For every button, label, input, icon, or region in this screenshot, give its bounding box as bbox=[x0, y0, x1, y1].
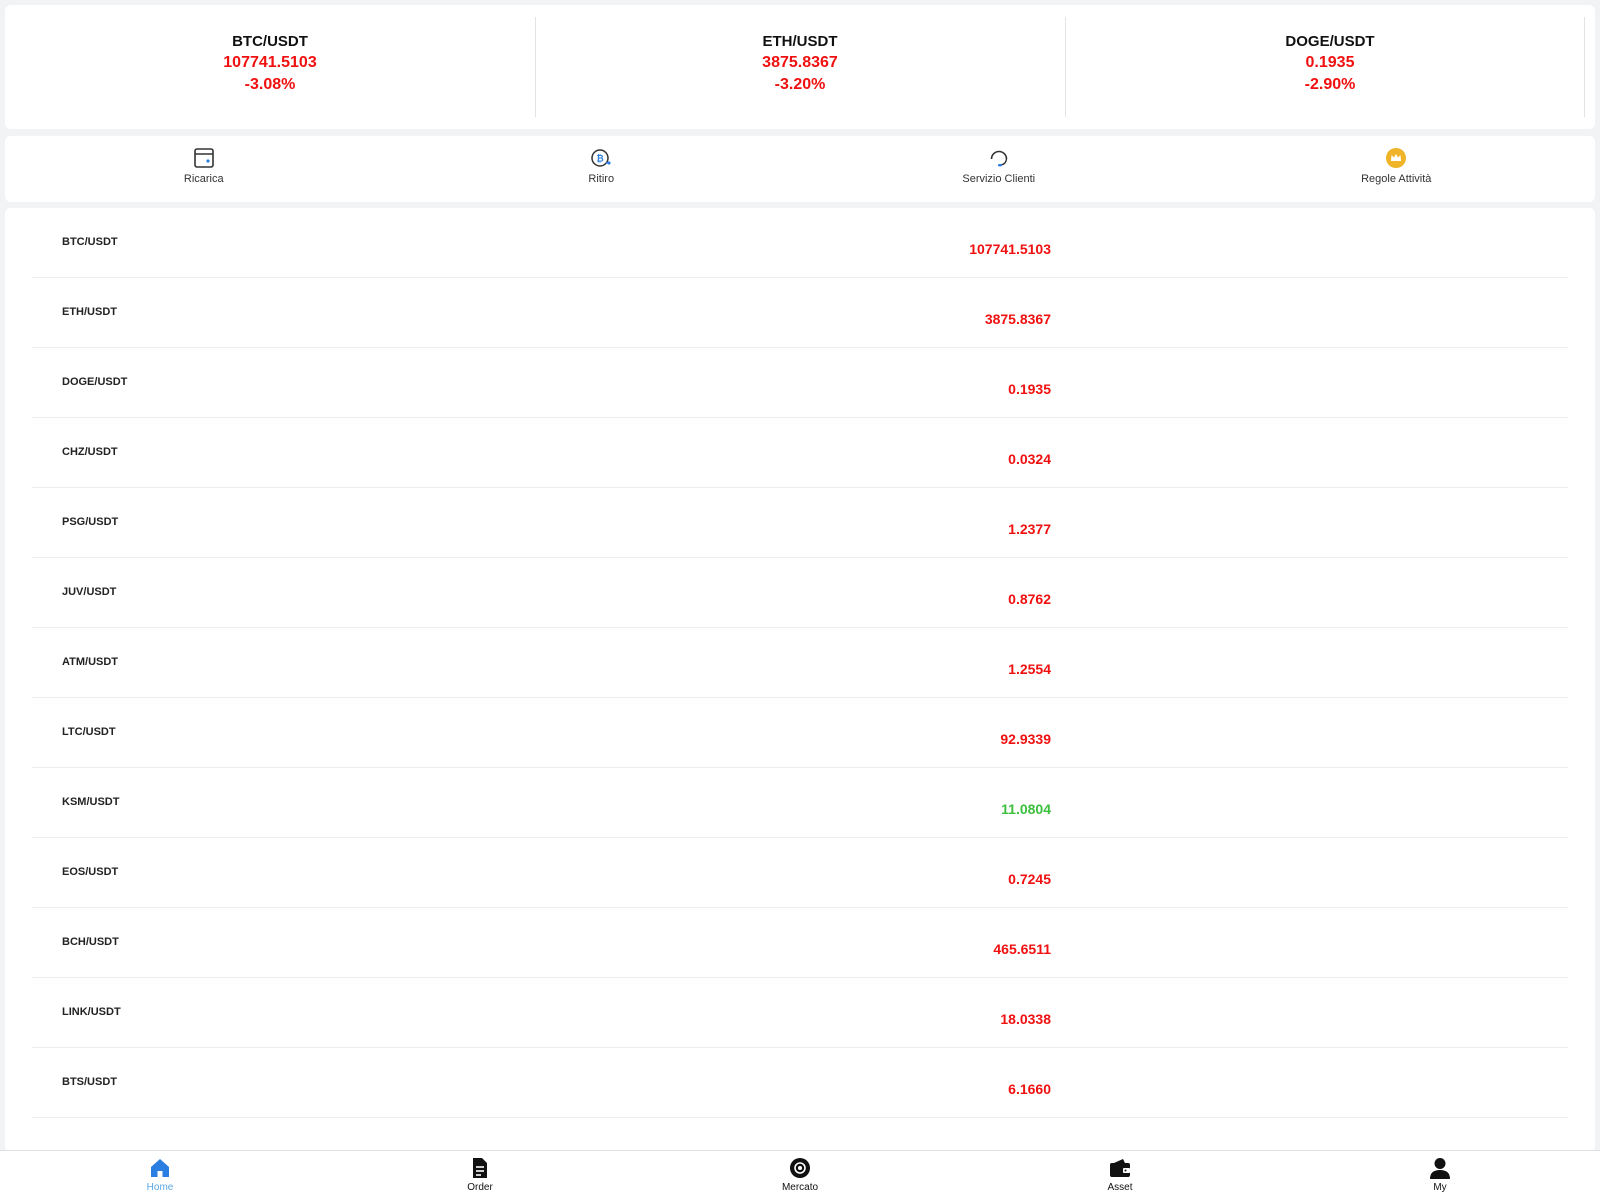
nav-label: Asset bbox=[1107, 1182, 1133, 1193]
ticker-doge[interactable]: DOGE/USDT 0.1935 -2.90% bbox=[1065, 5, 1595, 129]
market-pair: BTS/USDT bbox=[62, 1076, 117, 1088]
crown-icon bbox=[1384, 146, 1408, 170]
regole-attivita-button[interactable]: Regole Attività bbox=[1198, 136, 1596, 202]
market-price: 0.0324 bbox=[1008, 451, 1051, 467]
svg-text:₿: ₿ bbox=[597, 154, 604, 165]
market-row[interactable]: LINK/USDT 18.0338 bbox=[32, 978, 1568, 1048]
market-row[interactable]: BTS/USDT 6.1660 bbox=[32, 1048, 1568, 1118]
market-icon bbox=[788, 1156, 812, 1180]
market-row[interactable]: ATM/USDT 1.2554 bbox=[32, 628, 1568, 698]
nav-asset[interactable]: Asset bbox=[960, 1151, 1280, 1200]
quick-label: Ricarica bbox=[183, 173, 224, 185]
market-pair: EOS/USDT bbox=[62, 866, 119, 878]
market-price: 0.7245 bbox=[1008, 871, 1051, 887]
bitcoin-withdraw-icon: ₿ bbox=[589, 146, 613, 170]
ticker-eth[interactable]: ETH/USDT 3875.8367 -3.20% bbox=[535, 5, 1065, 129]
ticker-btc[interactable]: BTC/USDT 107741.5103 -3.08% bbox=[5, 5, 535, 129]
market-price: 92.9339 bbox=[1000, 731, 1051, 747]
ticker-price: 3875.8367 bbox=[762, 54, 838, 71]
market-row[interactable]: KSM/USDT 11.0804 bbox=[32, 768, 1568, 838]
market-pair: LTC/USDT bbox=[62, 726, 116, 738]
market-price: 11.0804 bbox=[1001, 801, 1051, 817]
nav-home[interactable]: Home bbox=[0, 1151, 320, 1200]
ticker-change: -2.90% bbox=[1304, 76, 1356, 93]
market-price: 1.2554 bbox=[1008, 661, 1051, 677]
market-pair: CHZ/USDT bbox=[62, 446, 118, 458]
market-list-card: BTC/USDT 107741.5103 ETH/USDT 3875.8367 DOGE… bbox=[5, 208, 1595, 1152]
market-row[interactable]: PSG/USDT 1.2377 bbox=[32, 488, 1568, 558]
quick-label: Regole Attività bbox=[1361, 173, 1432, 185]
nav-label: Order bbox=[467, 1182, 493, 1193]
market-pair: BTC/USDT bbox=[62, 236, 118, 248]
nav-label: Mercato bbox=[781, 1182, 819, 1193]
nav-label: Home bbox=[146, 1182, 174, 1193]
ritiro-button[interactable]: ₿ Ritiro bbox=[403, 136, 801, 202]
nav-label: My bbox=[1433, 1182, 1447, 1193]
ticker-price: 0.1935 bbox=[1305, 54, 1355, 71]
market-row[interactable]: CHZ/USDT 0.0324 bbox=[32, 418, 1568, 488]
nav-order[interactable]: Order bbox=[320, 1151, 640, 1200]
wallet-icon bbox=[1108, 1156, 1132, 1180]
market-price: 465.6511 bbox=[993, 941, 1051, 957]
market-pair: KSM/USDT bbox=[62, 796, 120, 808]
market-row[interactable]: DOGE/USDT 0.1935 bbox=[32, 348, 1568, 418]
document-icon bbox=[468, 1156, 492, 1180]
ticker-card: BTC/USDT 107741.5103 -3.08% ETH/USDT 387… bbox=[5, 5, 1595, 129]
market-price: 0.1935 bbox=[1008, 381, 1051, 397]
market-pair: DOGE/USDT bbox=[62, 376, 128, 388]
quick-label: Ritiro bbox=[588, 173, 615, 185]
ticker-pair: ETH/USDT bbox=[762, 33, 838, 50]
market-row[interactable]: BCH/USDT 465.6511 bbox=[32, 908, 1568, 978]
servizio-clienti-button[interactable]: Servizio Clienti bbox=[800, 136, 1198, 202]
ticker-pair: DOGE/USDT bbox=[1285, 33, 1375, 50]
quick-label: Servizio Clienti bbox=[962, 173, 1036, 185]
market-price: 1.2377 bbox=[1008, 521, 1051, 537]
market-pair: BCH/USDT bbox=[62, 936, 119, 948]
ticker-change: -3.20% bbox=[774, 76, 826, 93]
market-row[interactable]: LTC/USDT 92.9339 bbox=[32, 698, 1568, 768]
ricarica-button[interactable]: Ricarica bbox=[5, 136, 403, 202]
market-pair: PSG/USDT bbox=[62, 516, 119, 528]
market-pair: LINK/USDT bbox=[62, 1006, 121, 1018]
market-list: BTC/USDT 107741.5103 ETH/USDT 3875.8367 DOGE… bbox=[5, 208, 1595, 1118]
nav-mercato[interactable]: Mercato bbox=[640, 1151, 960, 1200]
market-price: 107741.5103 bbox=[969, 241, 1051, 257]
market-row[interactable]: ETH/USDT 3875.8367 bbox=[32, 278, 1568, 348]
market-price: 0.8762 bbox=[1008, 591, 1051, 607]
home-icon bbox=[148, 1156, 172, 1180]
quick-actions: Ricarica ₿ Ritiro Servizio Clienti Regol… bbox=[5, 136, 1595, 202]
market-pair: JUV/USDT bbox=[62, 586, 117, 598]
ticker-change: -3.08% bbox=[244, 76, 296, 93]
market-pair: ATM/USDT bbox=[62, 656, 119, 668]
market-price: 18.0338 bbox=[1000, 1011, 1051, 1027]
wallet-deposit-icon bbox=[192, 146, 216, 170]
market-price: 6.1660 bbox=[1008, 1081, 1051, 1097]
headset-icon bbox=[987, 146, 1011, 170]
market-price: 3875.8367 bbox=[984, 311, 1051, 327]
ticker-pair: BTC/USDT bbox=[232, 33, 308, 50]
ticker-price: 107741.5103 bbox=[223, 54, 317, 71]
market-row[interactable]: JUV/USDT 0.8762 bbox=[32, 558, 1568, 628]
user-icon bbox=[1428, 1156, 1452, 1180]
bottom-nav: Home Order Mercato Asset My bbox=[0, 1150, 1600, 1200]
market-row[interactable]: BTC/USDT 107741.5103 bbox=[32, 208, 1568, 278]
market-row[interactable]: EOS/USDT 0.7245 bbox=[32, 838, 1568, 908]
nav-my[interactable]: My bbox=[1280, 1151, 1600, 1200]
market-pair: ETH/USDT bbox=[62, 306, 117, 318]
